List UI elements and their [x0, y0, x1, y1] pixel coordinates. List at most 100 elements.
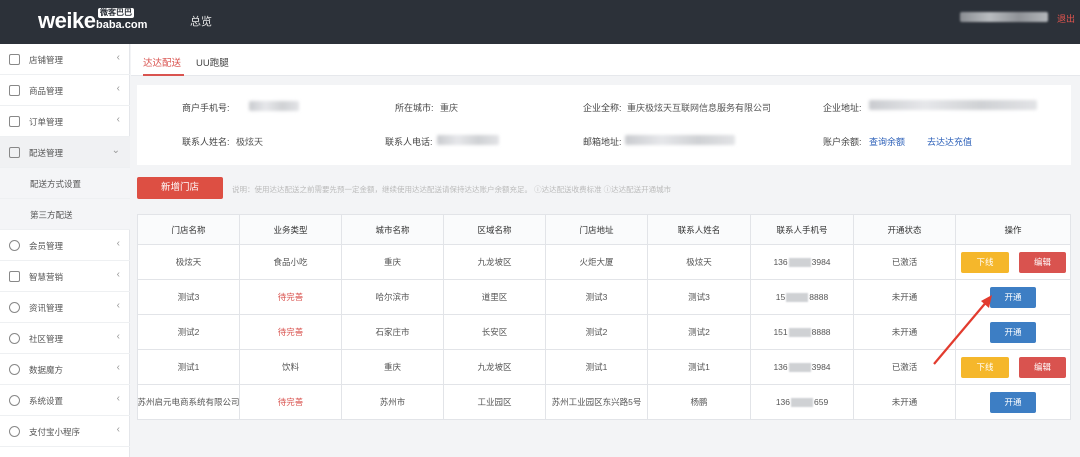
sidebar-item[interactable]: 支付宝小程序 ‹	[0, 416, 130, 447]
cell-address: 苏州工业园区东兴路5号	[546, 385, 648, 419]
community-icon	[9, 333, 20, 344]
cell-city: 苏州市	[342, 385, 444, 419]
sidebar-item[interactable]: 数据魔方 ‹	[0, 354, 130, 385]
cell-contact: 测试1	[648, 350, 751, 384]
member-icon	[9, 240, 20, 251]
cell-contact: 测试3	[648, 280, 751, 314]
cell-phone: 136 3984	[751, 350, 854, 384]
offline-button[interactable]: 下线	[961, 252, 1009, 273]
cell-address: 测试2	[546, 315, 648, 349]
cell-store: 测试2	[138, 315, 240, 349]
phone-prefix: 136	[773, 362, 788, 372]
edit-button[interactable]: 编辑	[1019, 357, 1066, 378]
sidebar-item[interactable]: 智慧营销 ‹	[0, 261, 130, 292]
logout-link[interactable]: 退出	[1057, 12, 1075, 25]
store-icon	[9, 54, 20, 65]
cell-store: 极炫天	[138, 245, 240, 279]
balance-label: 账户余额:	[823, 137, 862, 147]
arrow-shaft	[933, 299, 989, 365]
sidebar-item[interactable]: 会员管理 ‹	[0, 230, 130, 261]
cell-contact: 测试2	[648, 315, 751, 349]
sidebar-item[interactable]: 系统设置 ‹	[0, 385, 130, 416]
sidebar-item-label: 支付宝小程序	[29, 427, 81, 437]
city-value: 重庆	[440, 103, 459, 113]
order-icon	[9, 116, 20, 127]
chart-icon	[9, 364, 20, 375]
contact-name-value: 极炫天	[236, 137, 264, 147]
chevron-left-icon: ‹	[116, 300, 120, 311]
sidebar-item-label: 店铺管理	[29, 55, 64, 65]
settings-icon	[9, 395, 20, 406]
chevron-left-icon: ‹	[116, 238, 120, 249]
address-label: 企业地址:	[823, 103, 862, 113]
chevron-left-icon: ‹	[116, 114, 120, 125]
sidebar-item[interactable]: 社区管理 ‹	[0, 323, 130, 354]
chevron-left-icon: ‹	[116, 424, 120, 435]
cell-address: 测试1	[546, 350, 648, 384]
address-blurred	[869, 100, 1037, 110]
sidebar-item[interactable]: 第三方配送	[0, 199, 130, 230]
sidebar-item[interactable]: 商品管理 ‹	[0, 75, 130, 106]
logo-domain: baba.com	[96, 19, 148, 31]
cell-city: 重庆	[342, 245, 444, 279]
tab-dada[interactable]: 达达配送	[143, 55, 181, 69]
phone-mask	[788, 327, 811, 337]
sidebar-item-label: 会员管理	[29, 241, 64, 251]
edit-button[interactable]: 编辑	[1019, 252, 1066, 273]
email-blurred	[625, 135, 735, 145]
sidebar-item-label: 配送管理	[29, 148, 64, 158]
sidebar-item[interactable]: 配送管理 ⌄	[0, 137, 130, 168]
cell-phone: 151 8888	[751, 315, 854, 349]
activate-button[interactable]: 开通	[990, 392, 1036, 413]
chevron-left-icon: ‹	[116, 83, 120, 94]
tab-uu[interactable]: UU跑腿	[196, 55, 229, 69]
cell-city: 哈尔滨市	[342, 280, 444, 314]
chevron-down-icon: ⌄	[111, 145, 120, 156]
merchant-phone-label: 商户手机号:	[182, 103, 230, 113]
phone-prefix: 15	[775, 292, 786, 302]
chevron-left-icon: ‹	[116, 52, 120, 63]
sidebar-item[interactable]: 配送方式设置	[0, 168, 130, 199]
usage-note: 说明：使用达达配送之前需要先预一定金额，继续使用达达配送请保持达达账户余额充足。…	[232, 185, 672, 194]
recharge-link[interactable]: 去达达充值	[927, 135, 972, 148]
sidebar-item-label: 第三方配送	[30, 210, 73, 220]
column-header: 操作	[956, 215, 1071, 244]
sidebar-item[interactable]: 资讯管理 ‹	[0, 292, 130, 323]
cell-type: 食品小吃	[240, 245, 342, 279]
cell-area: 九龙坡区	[444, 245, 546, 279]
sidebar-item-label: 数据魔方	[29, 365, 64, 375]
sidebar-item-label: 配送方式设置	[30, 179, 82, 189]
cell-type: 饮料	[240, 350, 342, 384]
column-header: 门店名称	[138, 215, 240, 244]
merchant-phone-blurred	[249, 101, 299, 111]
nav-overview[interactable]: 总览	[190, 13, 212, 29]
table-row: 极炫天 食品小吃 重庆 九龙坡区 火炬大厦 极炫天 136 3984 已激活 下线 编辑	[138, 245, 1071, 280]
check-balance-link[interactable]: 查询余额	[869, 135, 905, 148]
cell-area: 九龙坡区	[444, 350, 546, 384]
cell-contact: 杨鹏	[648, 385, 751, 419]
column-header: 业务类型	[240, 215, 342, 244]
tab-bar: 达达配送 UU跑腿	[131, 44, 1080, 76]
sidebar-item[interactable]: 订单管理 ‹	[0, 106, 130, 137]
sidebar-item[interactable]: 店铺管理 ‹	[0, 44, 130, 75]
cell-contact: 极炫天	[648, 245, 751, 279]
phone-suffix: 3984	[811, 362, 831, 372]
cell-city: 石家庄市	[342, 315, 444, 349]
tab-active-indicator	[143, 74, 184, 76]
phone-prefix: 136	[775, 397, 790, 407]
column-header: 门店地址	[546, 215, 648, 244]
logo[interactable]: weike 微客巴巴 baba.com	[38, 8, 148, 34]
chevron-left-icon: ‹	[116, 393, 120, 404]
merchant-info-panel: 商户手机号: 所在城市: 重庆 企业全称: 重庆极炫天互联网信息服务有限公司 企…	[137, 85, 1071, 165]
column-header: 区域名称	[444, 215, 546, 244]
phone-mask	[786, 292, 809, 302]
phone-suffix: 659	[814, 397, 829, 407]
user-account-blurred[interactable]	[960, 12, 1048, 22]
globe-icon	[9, 302, 20, 313]
company-value: 重庆极炫天互联网信息服务有限公司	[627, 103, 772, 113]
add-store-button[interactable]: 新增门店	[137, 177, 223, 199]
sidebar-item-label: 社区管理	[29, 334, 64, 344]
sidebar-item-label: 商品管理	[29, 86, 64, 96]
phone-mask	[788, 362, 811, 372]
logo-text: weike	[38, 8, 96, 33]
